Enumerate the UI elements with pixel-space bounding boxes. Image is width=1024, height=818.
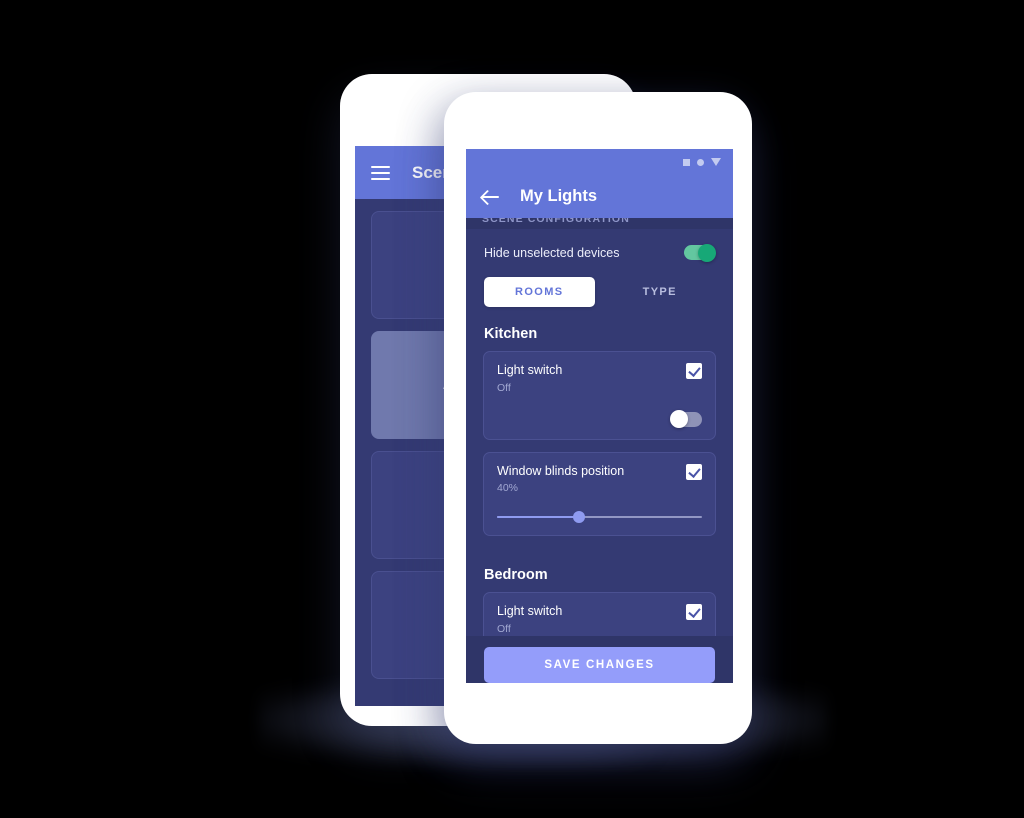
screenshot-stage: Scenes All lights on All blinds down [Sc… xyxy=(0,0,1024,818)
screen-my-lights: My Lights SCENE CONFIGURATION Hide unsel… xyxy=(466,149,733,683)
device-name: Window blinds position xyxy=(497,463,625,478)
save-changes-button[interactable]: SAVE CHANGES xyxy=(484,647,715,683)
hide-unselected-row[interactable]: Hide unselected devices xyxy=(466,229,733,274)
device-checkbox[interactable] xyxy=(686,463,702,480)
slider-thumb[interactable] xyxy=(573,511,585,524)
view-mode-tabs: ROOMS TYPE xyxy=(466,277,733,307)
status-bar xyxy=(466,149,733,175)
clipped-section-header: SCENE CONFIGURATION xyxy=(466,218,733,229)
device-name: Light switch xyxy=(497,363,563,377)
tab-type[interactable]: TYPE xyxy=(605,277,716,307)
phone-device-front: My Lights SCENE CONFIGURATION Hide unsel… xyxy=(444,92,752,744)
device-header: Light switch Off xyxy=(497,604,702,635)
room-title-bedroom: Bedroom xyxy=(484,567,548,584)
device-checkbox[interactable] xyxy=(686,363,702,379)
my-lights-page-title: My Lights xyxy=(520,187,597,205)
device-name: Light switch xyxy=(497,604,563,619)
device-header: Light switch Off xyxy=(497,363,702,394)
device-card-light-switch-kitchen[interactable]: Light switch Off xyxy=(483,351,716,440)
clipped-section-header-label: SCENE CONFIGURATION xyxy=(482,218,630,225)
device-state: Off xyxy=(497,381,511,394)
device-state: 40% xyxy=(497,482,519,495)
room-title-kitchen: Kitchen xyxy=(484,326,538,342)
circle-indicator-icon xyxy=(697,158,704,166)
bottom-action-bar: SAVE CHANGES xyxy=(466,636,733,683)
devices-scroll-area[interactable]: Hide unselected devices ROOMS TYPE Kitch… xyxy=(466,229,733,636)
tab-rooms-label: ROOMS xyxy=(514,286,564,298)
slider-fill xyxy=(497,516,579,519)
tab-type-label: TYPE xyxy=(642,286,677,298)
light-switch-toggle[interactable] xyxy=(670,410,702,429)
back-arrow-icon[interactable] xyxy=(482,189,501,205)
device-control-row xyxy=(497,410,702,429)
hide-unselected-label: Hide unselected devices xyxy=(484,245,620,260)
hamburger-menu-icon[interactable] xyxy=(371,165,390,180)
device-checkbox[interactable] xyxy=(686,604,702,621)
hide-unselected-toggle[interactable] xyxy=(684,243,716,262)
device-card-light-switch-bedroom[interactable]: Light switch Off xyxy=(483,592,716,636)
my-lights-appbar: My Lights xyxy=(466,175,733,218)
blinds-position-slider[interactable] xyxy=(497,511,702,524)
device-state: Off xyxy=(497,622,511,635)
square-indicator-icon xyxy=(683,158,690,166)
device-header: Window blinds position 40% xyxy=(497,463,702,495)
tab-rooms[interactable]: ROOMS xyxy=(484,277,595,307)
triangle-indicator-icon xyxy=(711,158,721,166)
device-card-window-blinds[interactable]: Window blinds position 40% xyxy=(483,451,716,537)
